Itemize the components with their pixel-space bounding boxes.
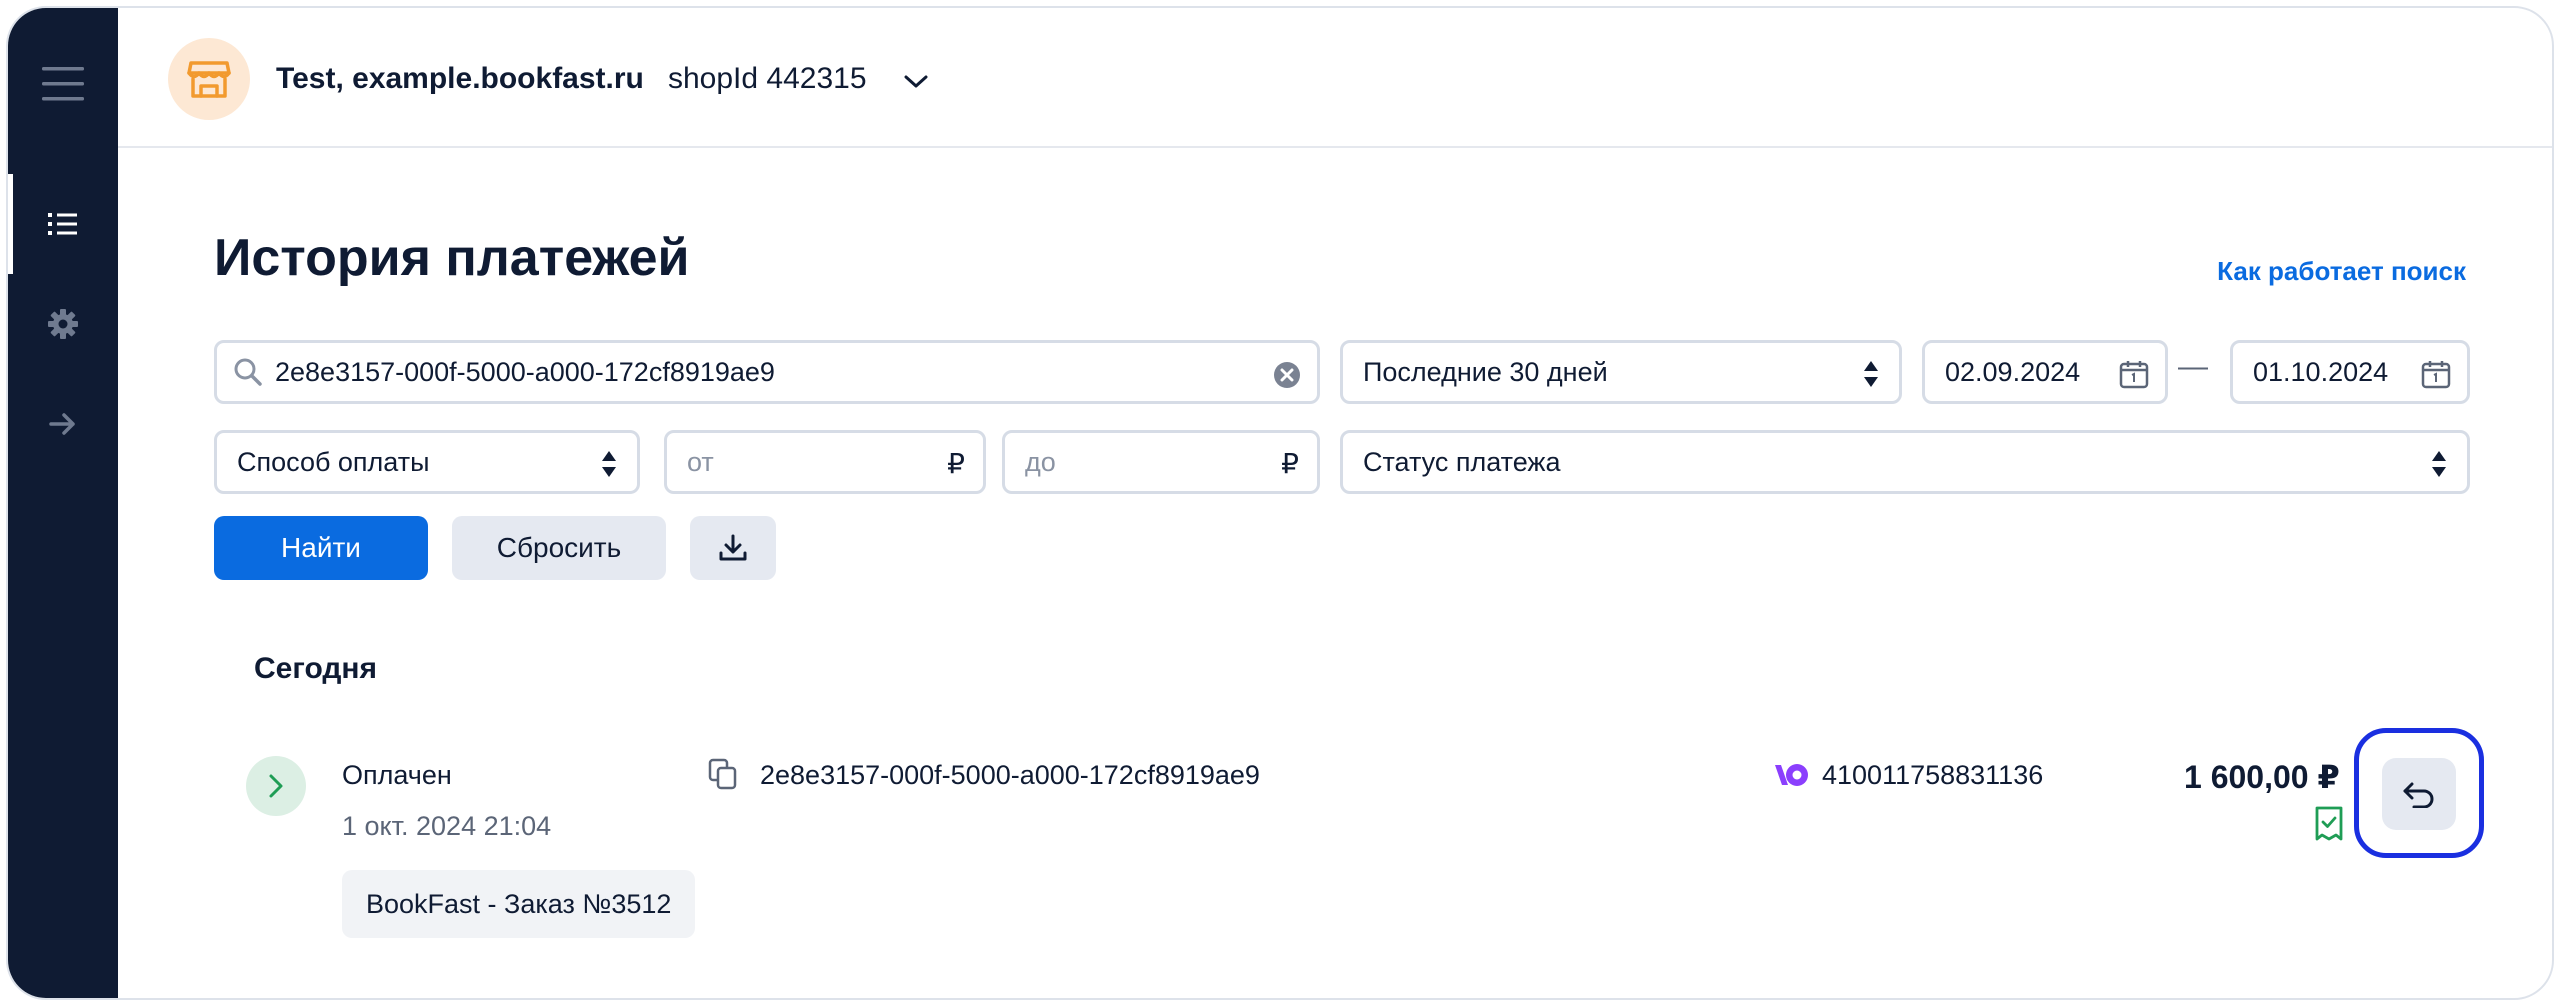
sidebar bbox=[8, 8, 118, 998]
page-title: История платежей bbox=[214, 229, 690, 287]
date-to-field[interactable]: 01.10.2024 bbox=[2230, 340, 2470, 404]
payment-status: Оплачен bbox=[342, 760, 452, 790]
amount-to-field[interactable]: до ₽ bbox=[1002, 430, 1320, 494]
shop-name: Test, example.bookfast.ru bbox=[276, 62, 644, 95]
list-icon bbox=[48, 213, 77, 235]
gear-icon bbox=[48, 309, 78, 339]
sidebar-item-settings[interactable] bbox=[8, 274, 118, 374]
search-help-link[interactable]: Как работает поиск bbox=[2217, 256, 2466, 287]
payment-method-select[interactable]: Способ оплаты bbox=[214, 430, 640, 494]
app-window: Test, example.bookfast.ru shopId 442315 … bbox=[6, 6, 2554, 1000]
date-range-separator: — bbox=[2178, 350, 2208, 383]
download-icon bbox=[719, 534, 747, 561]
date-from-field[interactable]: 02.09.2024 bbox=[1922, 340, 2168, 404]
download-button[interactable] bbox=[690, 516, 776, 580]
expand-row-button[interactable] bbox=[246, 756, 306, 816]
date-from-value[interactable]: 02.09.2024 bbox=[1925, 357, 2080, 388]
reset-button[interactable]: Сбросить bbox=[452, 516, 666, 580]
payment-status-select[interactable]: Статус платежа bbox=[1340, 430, 2470, 494]
yoomoney-icon bbox=[1775, 764, 1808, 786]
payment-method-value: Способ оплаты bbox=[237, 446, 430, 477]
amount-to-input[interactable]: до bbox=[1005, 447, 1056, 478]
payment-id: 2e8e3157-000f-5000-a000-172cf8919ae9 bbox=[760, 760, 1260, 790]
store-icon bbox=[187, 61, 231, 98]
shop-avatar bbox=[168, 38, 250, 120]
payment-amount: 1 600,00 ₽ bbox=[2184, 759, 2340, 795]
menu-icon bbox=[42, 67, 84, 101]
find-button[interactable]: Найти bbox=[214, 516, 428, 580]
payment-datetime: 1 окт. 2024 21:04 bbox=[342, 811, 552, 841]
wallet-number: 410011758831136 bbox=[1822, 760, 2044, 790]
shop-id: shopId 442315 bbox=[668, 62, 867, 95]
chevron-right-icon bbox=[269, 774, 283, 798]
amount-from-field[interactable]: от ₽ bbox=[664, 430, 986, 494]
calendar-icon[interactable] bbox=[2119, 359, 2149, 389]
sort-arrows-icon bbox=[602, 451, 616, 477]
arrow-right-icon bbox=[49, 413, 75, 435]
currency-symbol: ₽ bbox=[1281, 448, 1299, 479]
search-field[interactable]: 2e8e3157-000f-5000-a000-172cf8919ae9 bbox=[214, 340, 1320, 404]
shop-switcher-button[interactable] bbox=[898, 64, 934, 100]
date-group-label: Сегодня bbox=[254, 652, 378, 685]
sidebar-menu-button[interactable] bbox=[8, 34, 118, 134]
sort-arrows-icon bbox=[2432, 451, 2446, 477]
sort-arrows-icon bbox=[1864, 361, 1878, 387]
top-header: Test, example.bookfast.ru shopId 442315 bbox=[118, 8, 2552, 148]
period-select[interactable]: Последние 30 дней bbox=[1340, 340, 1902, 404]
refund-icon bbox=[2403, 782, 2434, 808]
sidebar-item-logout[interactable] bbox=[8, 374, 118, 474]
chevron-down-icon bbox=[904, 75, 928, 88]
search-icon bbox=[234, 358, 262, 386]
refund-button[interactable] bbox=[2382, 758, 2456, 830]
sidebar-item-payments[interactable] bbox=[8, 174, 118, 274]
payment-description: BookFast - Заказ №3512 bbox=[342, 870, 696, 938]
currency-symbol: ₽ bbox=[947, 448, 965, 479]
date-to-value[interactable]: 01.10.2024 bbox=[2233, 357, 2388, 388]
amount-from-input[interactable]: от bbox=[667, 447, 714, 478]
copy-icon[interactable] bbox=[708, 758, 738, 790]
calendar-icon[interactable] bbox=[2421, 359, 2451, 389]
clear-icon[interactable] bbox=[1273, 361, 1301, 389]
payment-status-value: Статус платежа bbox=[1363, 446, 1561, 477]
receipt-icon[interactable] bbox=[2314, 806, 2344, 842]
period-select-value: Последние 30 дней bbox=[1363, 356, 1608, 387]
search-input[interactable]: 2e8e3157-000f-5000-a000-172cf8919ae9 bbox=[263, 357, 775, 388]
